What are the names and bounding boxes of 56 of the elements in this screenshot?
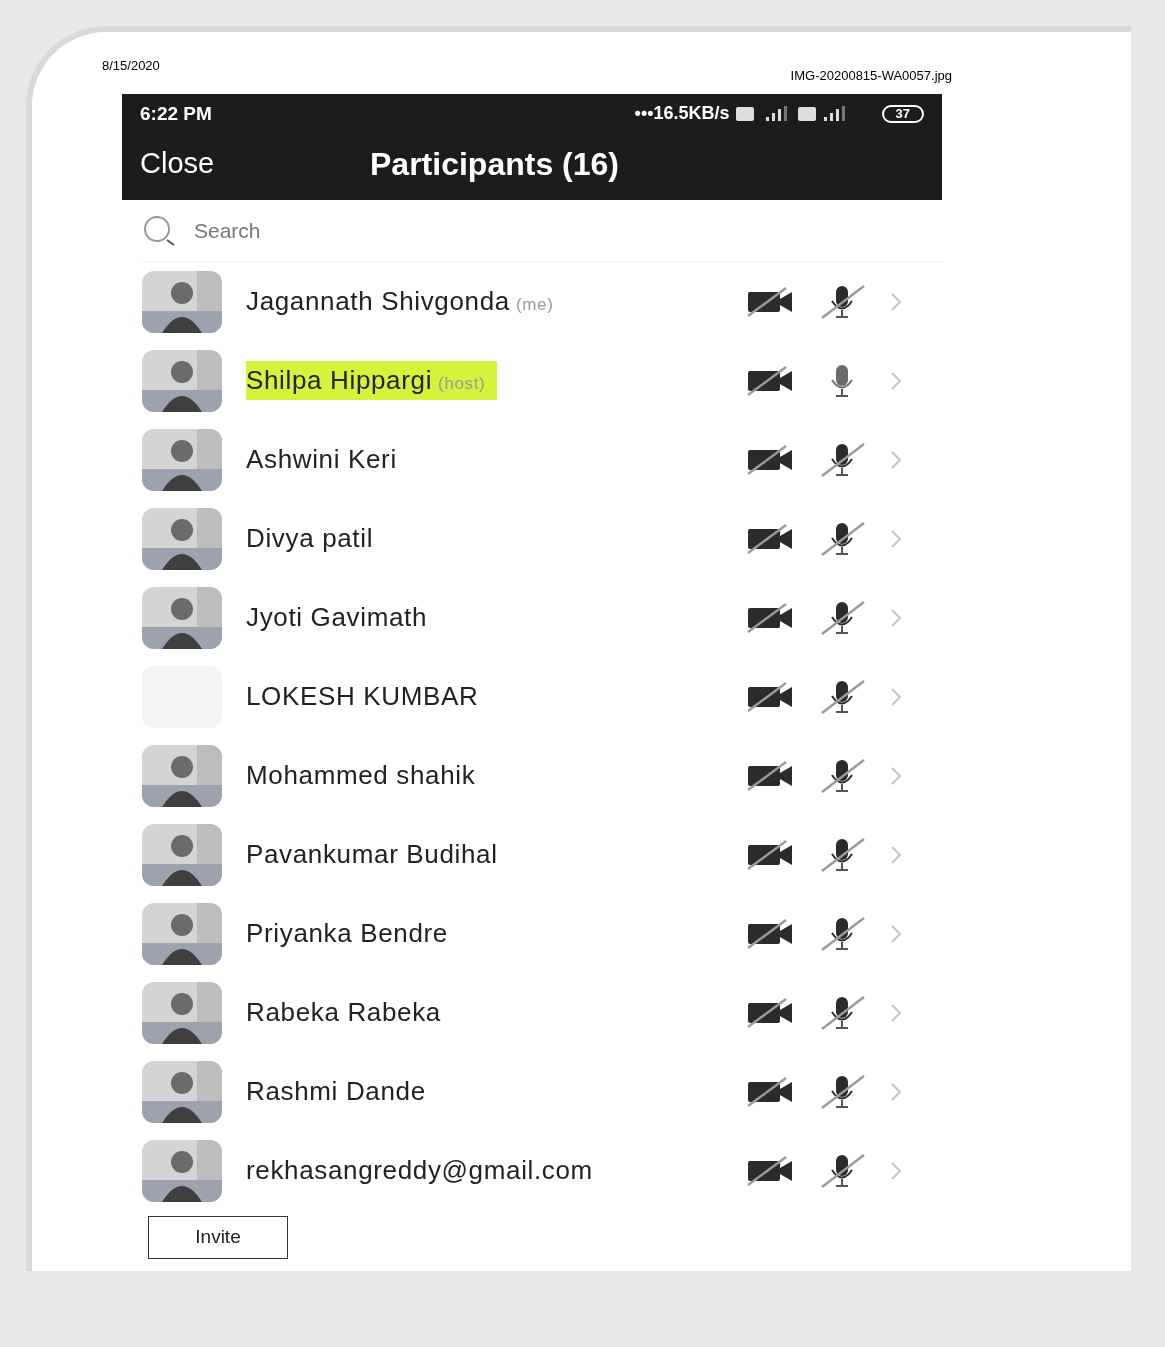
chevron-icon <box>890 1002 902 1023</box>
mic-off-icon <box>820 1152 866 1189</box>
participant-name: rekhasangreddy@gmail.com <box>246 1154 593 1187</box>
invite-button[interactable]: Invite <box>148 1216 288 1259</box>
participant-row[interactable]: Divya patil <box>132 499 922 578</box>
participant-row[interactable]: Pavankumar Budihal <box>132 815 922 894</box>
participant-row[interactable]: LOKESH KUMBAR <box>132 657 922 736</box>
participant-row[interactable]: Jagannath Shivgonda (me) <box>132 262 922 341</box>
participant-name: Rabeka Rabeka <box>246 996 441 1029</box>
mic-off-icon <box>820 599 866 636</box>
battery-level: 37 <box>881 104 924 123</box>
participant-row[interactable]: Ashwini Keri <box>132 420 922 499</box>
file-name: IMG-20200815-WA0057.jpg <box>790 67 952 85</box>
chevron-icon <box>890 1081 902 1102</box>
participant-row[interactable]: Mohammed shahik <box>132 736 922 815</box>
chevron-icon <box>890 528 902 549</box>
participant-row[interactable]: Rashmi Dande <box>132 1052 922 1131</box>
chevron-icon <box>890 686 902 707</box>
participant-name: Ashwini Keri <box>246 443 397 476</box>
participant-name: Pavankumar Budihal <box>246 838 498 871</box>
print-date: 8/15/2020 <box>102 57 160 75</box>
participant-name: Priyanka Bendre <box>246 917 448 950</box>
participant-name: Jyoti Gavimath <box>246 601 428 634</box>
participant-name: Shilpa Hippargi (host) <box>246 361 498 400</box>
network-speed: •••16.5KB/s <box>634 102 730 126</box>
participant-name: Jagannath Shivgonda (me) <box>246 285 554 318</box>
participant-name: Mohammed shahik <box>246 759 476 792</box>
mic-off-icon <box>820 441 866 478</box>
search-field[interactable]: Search <box>194 214 494 247</box>
mic-off-icon <box>820 915 866 952</box>
chevron-icon <box>890 291 902 312</box>
participant-row[interactable]: Jyoti Gavimath <box>132 578 922 657</box>
mic-off-icon <box>820 994 866 1031</box>
chevron-icon <box>890 765 902 786</box>
participant-name: Rashmi Dande <box>246 1075 426 1108</box>
chevron-icon <box>890 607 902 628</box>
chevron-icon <box>890 370 902 391</box>
participant-row[interactable]: Shilpa Hippargi (host) <box>132 341 922 420</box>
chevron-icon <box>890 923 902 944</box>
mic-off-icon <box>820 757 866 794</box>
mic-off-icon <box>820 520 866 557</box>
chevron-icon <box>890 844 902 865</box>
mic-off-icon <box>820 836 866 873</box>
mic-off-icon <box>820 678 866 715</box>
participant-row[interactable]: Rabeka Rabeka <box>132 973 922 1052</box>
participant-name: LOKESH KUMBAR <box>246 680 479 713</box>
participant-name: Divya patil <box>246 522 374 555</box>
mic-off-icon <box>820 283 866 320</box>
chevron-icon <box>890 449 902 470</box>
mic-off-icon <box>820 1073 866 1110</box>
close-button[interactable]: Close <box>140 142 370 186</box>
screen-title: Participants (16) <box>370 145 619 184</box>
chevron-icon <box>890 1160 902 1181</box>
participant-row[interactable]: rekhasangreddy@gmail.com <box>132 1131 922 1210</box>
participant-row[interactable]: Priyanka Bendre <box>132 894 922 973</box>
status-time: 6:22 PM <box>140 101 212 126</box>
